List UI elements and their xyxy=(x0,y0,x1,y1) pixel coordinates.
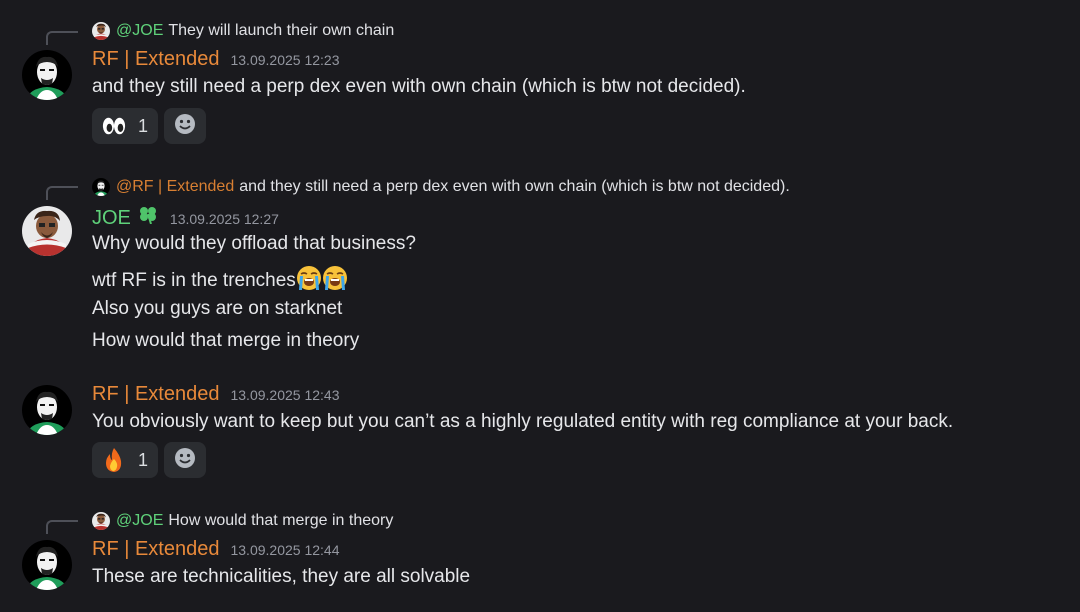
fire-icon xyxy=(102,448,126,472)
sob-emoji-icon xyxy=(322,265,348,291)
joe-mini-avatar xyxy=(92,512,110,530)
reply-text: They will launch their own chain xyxy=(168,22,395,39)
sob-emoji-icon xyxy=(296,265,322,291)
reply-preview[interactable]: @RF | Extended and they still need a per… xyxy=(92,176,790,198)
reply-text: and they still need a perp dex even with… xyxy=(239,178,790,195)
reply-preview[interactable]: @JOE How would that merge in theory xyxy=(92,510,393,532)
add-reaction-button[interactable] xyxy=(164,442,207,478)
reaction-count: 1 xyxy=(138,115,149,136)
avatar[interactable] xyxy=(22,540,72,590)
eyes-icon xyxy=(102,114,126,138)
message-text: How would that merge in theory xyxy=(92,330,360,351)
username[interactable]: JOE xyxy=(92,207,131,230)
reply-connector xyxy=(46,186,78,200)
reply-connector xyxy=(46,31,78,45)
reply-mention[interactable]: @JOE xyxy=(116,512,163,530)
joe-mini-avatar xyxy=(92,22,110,40)
message-text: wtf RF is in the trenches xyxy=(92,265,348,292)
message-text: and they still need a perp dex even with… xyxy=(92,76,746,97)
reactions-bar: 1 xyxy=(92,108,207,144)
reactions-bar: 1 xyxy=(92,442,207,478)
message-header: RF | Extended 13.09.2025 12:44 xyxy=(92,538,339,561)
reaction-count: 1 xyxy=(138,449,149,470)
timestamp: 13.09.2025 12:44 xyxy=(230,542,340,558)
avatar[interactable] xyxy=(22,385,72,435)
reply-connector xyxy=(46,520,78,534)
timestamp: 13.09.2025 12:27 xyxy=(169,211,279,227)
timestamp: 13.09.2025 12:43 xyxy=(230,387,340,403)
avatar[interactable] xyxy=(22,50,72,100)
reaction-eyes[interactable]: 1 xyxy=(92,108,159,144)
message-text: Also you guys are on starknet xyxy=(92,298,343,319)
message-text: These are technicalities, they are all s… xyxy=(92,566,471,587)
avatar[interactable] xyxy=(22,206,72,256)
username[interactable]: RF | Extended xyxy=(92,383,219,406)
timestamp: 13.09.2025 12:23 xyxy=(230,52,340,68)
clover-badge-icon xyxy=(137,204,159,225)
add-reaction-button[interactable] xyxy=(164,108,207,144)
smiley-add-icon xyxy=(174,447,196,474)
message-text: Why would they offload that business? xyxy=(92,233,416,254)
reply-text: How would that merge in theory xyxy=(168,512,394,529)
username[interactable]: RF | Extended xyxy=(92,538,219,561)
message-header: RF | Extended 13.09.2025 12:23 xyxy=(92,48,339,71)
rf-mini-avatar xyxy=(92,178,110,196)
reply-preview[interactable]: @JOE They will launch their own chain xyxy=(92,20,394,42)
message-header: RF | Extended 13.09.2025 12:43 xyxy=(92,383,339,406)
reaction-fire[interactable]: 1 xyxy=(92,442,159,478)
message-text-content: wtf RF is in the trenches xyxy=(92,270,296,291)
smiley-add-icon xyxy=(174,113,196,140)
username[interactable]: RF | Extended xyxy=(92,48,219,71)
message-text: You obviously want to keep but you can’t… xyxy=(92,411,954,432)
reply-mention[interactable]: @JOE xyxy=(116,22,163,40)
reply-mention[interactable]: @RF | Extended xyxy=(116,178,234,196)
message-header: JOE 13.09.2025 12:27 xyxy=(92,204,279,230)
